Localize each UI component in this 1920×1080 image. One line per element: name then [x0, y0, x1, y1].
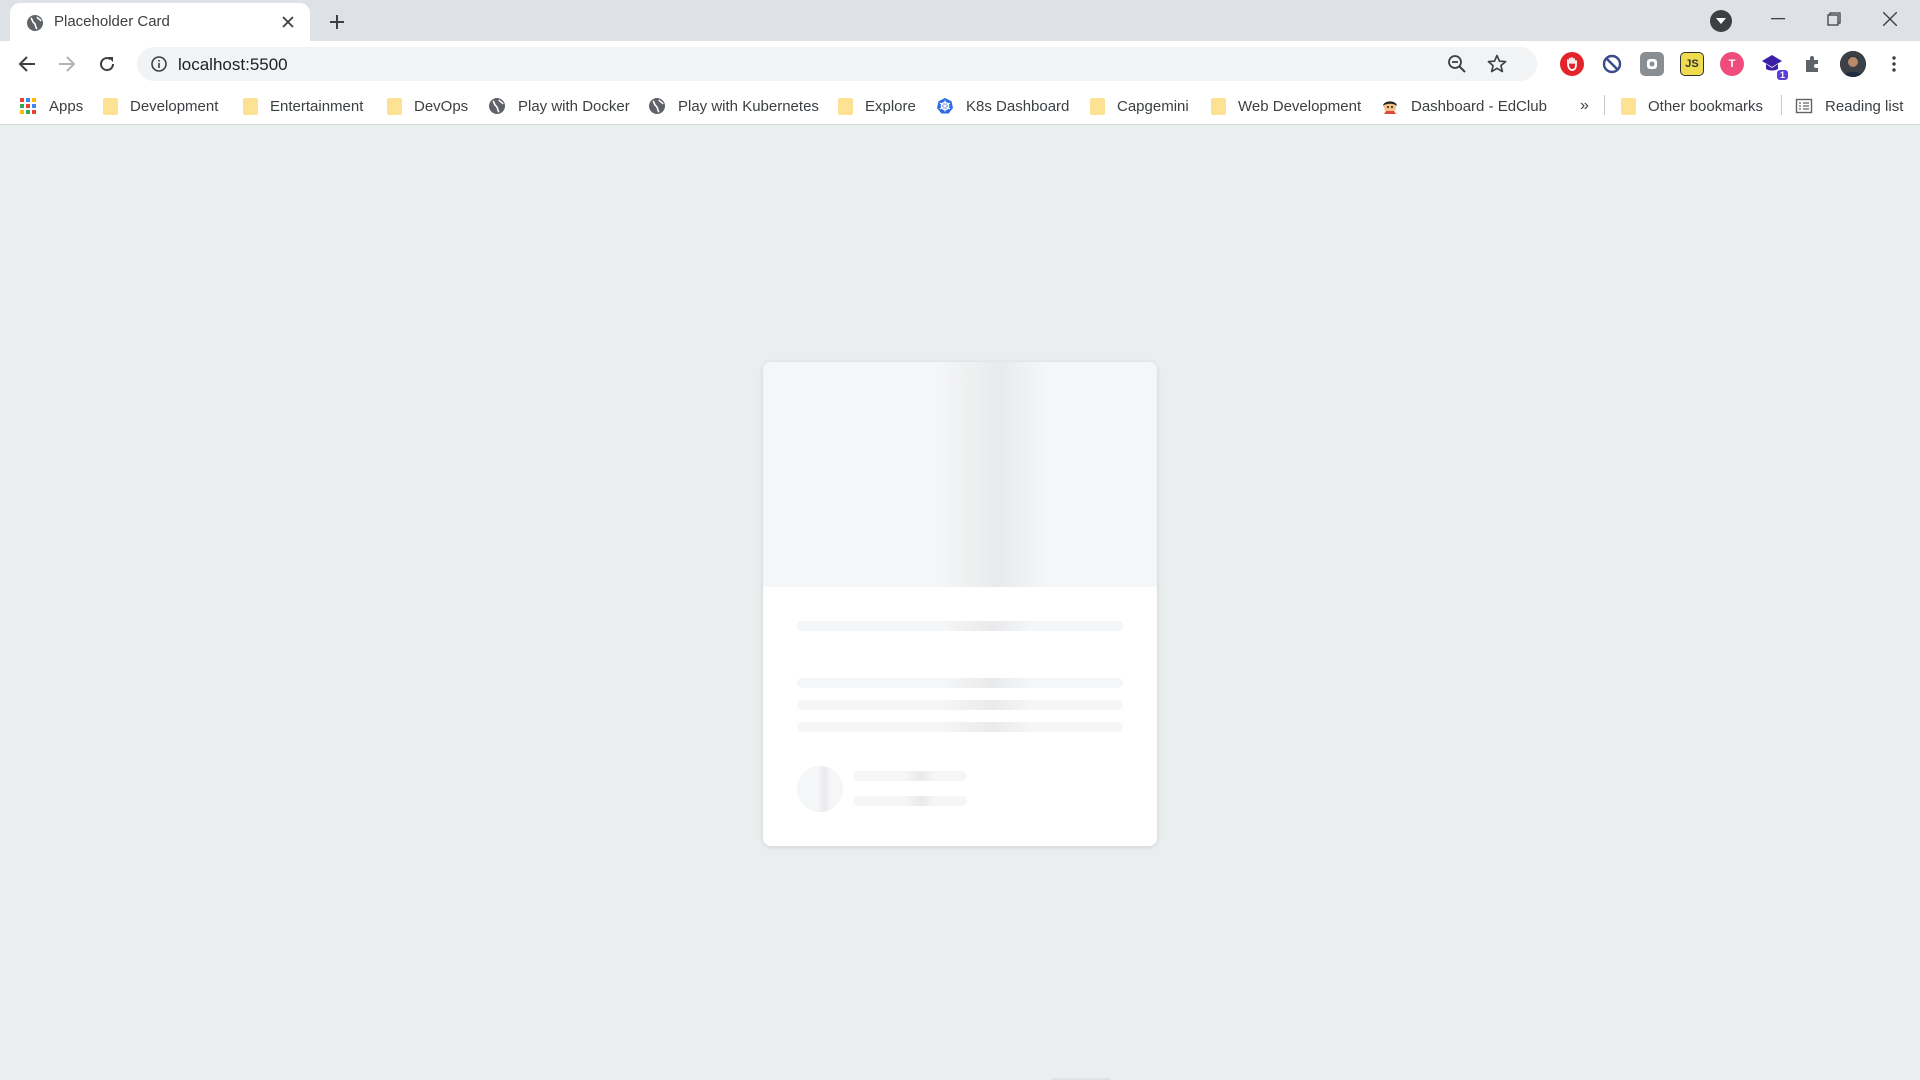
reading-list-button[interactable]: Reading list — [1795, 95, 1903, 117]
bookmarks-overflow-chevron[interactable]: » — [1580, 95, 1589, 117]
extension-badge: 1 — [1776, 70, 1788, 80]
t-extension-icon[interactable]: T — [1720, 52, 1744, 76]
folder-icon — [1621, 97, 1636, 115]
bookmark-web-development[interactable]: Web Development — [1209, 95, 1361, 117]
extensions-puzzle-icon[interactable] — [1800, 52, 1824, 76]
kubernetes-icon — [937, 98, 953, 114]
reading-list-label: Reading list — [1825, 97, 1904, 115]
card-text-line-placeholder — [797, 722, 1123, 732]
bookmark-apps[interactable]: Apps — [19, 95, 83, 117]
active-tab[interactable]: Placeholder Card — [10, 3, 310, 41]
bookmark-apps-label: Apps — [49, 97, 84, 115]
bookmark-devops[interactable]: DevOps — [385, 95, 468, 117]
gray-extension-icon[interactable] — [1640, 52, 1664, 76]
site-info-icon[interactable] — [150, 55, 168, 73]
url-text: localhost:5500 — [178, 55, 288, 74]
browser-toolbar: localhost:5500 JS T 1 — [0, 41, 1920, 87]
bookmark-play-with-docker[interactable]: Play with Docker — [488, 95, 630, 117]
bookmark-label: Other bookmarks — [1648, 97, 1764, 115]
tab-title: Placeholder Card — [54, 13, 170, 30]
restore-icon[interactable] — [1806, 0, 1862, 38]
address-bar[interactable]: localhost:5500 — [137, 47, 1537, 81]
grad-cap-extension-icon[interactable]: 1 — [1760, 52, 1788, 80]
bookmark-label: Dashboard - EdClub — [1411, 97, 1547, 115]
card-image-placeholder — [763, 362, 1157, 587]
profile-avatar[interactable] — [1840, 51, 1866, 77]
bookmarks-bar: Apps Development Entertainment DevOps Pl… — [0, 87, 1920, 125]
bookmark-label: DevOps — [414, 97, 469, 115]
bookmark-explore[interactable]: Explore — [836, 95, 916, 117]
apps-grid-icon — [20, 98, 36, 114]
tab-strip: Placeholder Card — [0, 0, 1920, 41]
close-window-icon[interactable] — [1862, 0, 1918, 38]
bookmarks-separator — [1781, 95, 1782, 115]
close-tab-icon[interactable] — [278, 12, 298, 32]
tab-search-chevron-icon[interactable] — [1710, 10, 1732, 32]
bookmark-development[interactable]: Development — [101, 95, 218, 117]
bookmark-k8s-dashboard[interactable]: K8s Dashboard — [936, 95, 1069, 117]
new-tab-plus-icon[interactable] — [323, 8, 351, 36]
js-extension-label: JS — [1685, 58, 1699, 70]
minimize-icon[interactable] — [1750, 0, 1806, 38]
bookmark-label: Play with Docker — [518, 97, 630, 115]
bookmark-label: Explore — [865, 97, 916, 115]
folder-icon — [243, 97, 258, 115]
forward-arrow-icon[interactable] — [53, 50, 81, 78]
folder-icon — [1211, 97, 1226, 115]
folder-icon — [1090, 97, 1105, 115]
bookmark-label: Web Development — [1238, 97, 1362, 115]
t-extension-label: T — [1728, 58, 1736, 70]
bookmark-label: K8s Dashboard — [966, 97, 1070, 115]
adblock-extension-icon[interactable] — [1560, 52, 1584, 76]
author-avatar-placeholder — [797, 766, 843, 812]
author-date-placeholder — [853, 796, 967, 806]
folder-icon — [387, 97, 402, 115]
author-name-placeholder — [853, 771, 967, 781]
globe-icon — [649, 98, 665, 114]
blocker-extension-icon[interactable] — [1600, 52, 1624, 76]
card-text-line-placeholder — [797, 678, 1123, 688]
bookmark-entertainment[interactable]: Entertainment — [241, 95, 363, 117]
reading-list-icon — [1795, 98, 1813, 114]
overflow-chevron-label: » — [1580, 97, 1589, 114]
back-arrow-icon[interactable] — [13, 50, 41, 78]
kebab-menu-icon[interactable] — [1881, 50, 1907, 78]
bookmark-capgemini[interactable]: Capgemini — [1088, 95, 1189, 117]
bookmark-star-icon[interactable] — [1487, 54, 1507, 74]
globe-icon — [489, 98, 505, 114]
card-title-placeholder — [797, 621, 1123, 631]
bookmarks-separator — [1604, 95, 1605, 115]
reload-icon[interactable] — [93, 50, 121, 78]
bookmark-label: Play with Kubernetes — [678, 97, 819, 115]
js-extension-icon[interactable]: JS — [1680, 52, 1704, 76]
bookmark-label: Development — [130, 97, 219, 115]
bookmark-dashboard-edclub[interactable]: Dashboard - EdClub — [1381, 95, 1547, 117]
bookmark-label: Capgemini — [1117, 97, 1189, 115]
folder-icon — [103, 97, 118, 115]
folder-icon — [838, 97, 853, 115]
edclub-icon — [1383, 101, 1397, 114]
zoom-out-icon[interactable] — [1447, 54, 1467, 74]
placeholder-card — [763, 362, 1157, 846]
bookmark-other-bookmarks[interactable]: Other bookmarks — [1619, 95, 1763, 117]
globe-icon — [27, 15, 43, 31]
bookmark-label: Entertainment — [270, 97, 364, 115]
bookmark-play-with-kubernetes[interactable]: Play with Kubernetes — [648, 95, 819, 117]
card-text-line-placeholder — [797, 700, 1123, 710]
